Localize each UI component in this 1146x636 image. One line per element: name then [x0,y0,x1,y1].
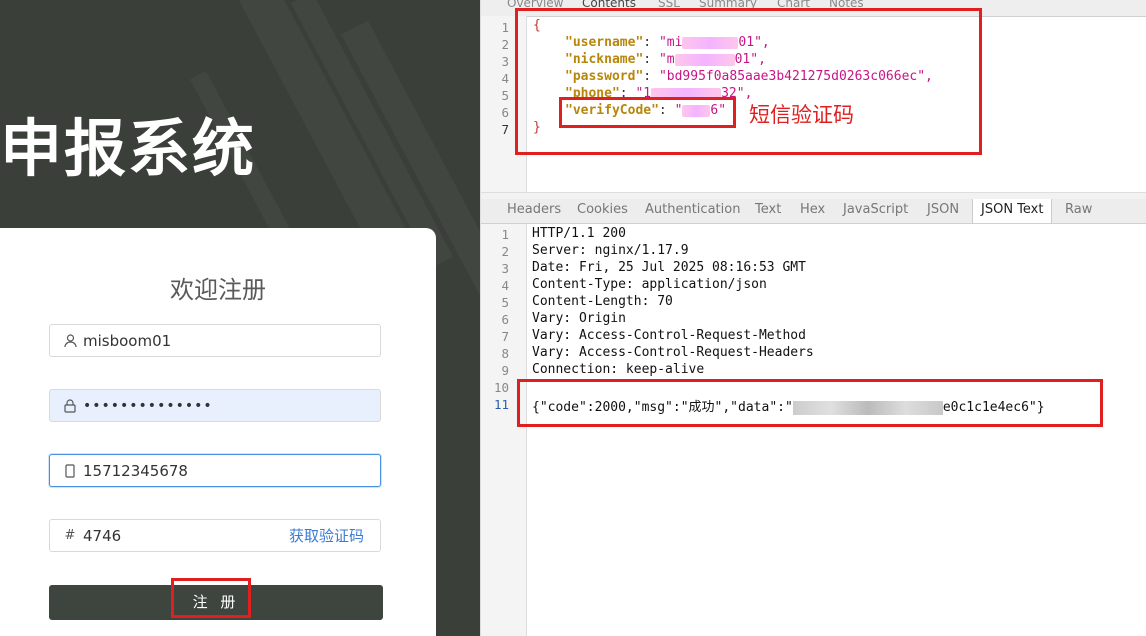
tab-summary[interactable]: Summary [699,0,757,10]
json-value: "m [658,52,675,67]
json-value: 32", [721,86,753,101]
phone-value: 15712345678 [83,461,188,480]
line-number: 3 [501,54,509,69]
response-line: Vary: Access-Control-Request-Headers [532,345,814,360]
json-value: "1 [635,86,652,101]
redaction-blur [682,104,711,117]
line-number: 4 [501,71,509,86]
tab-headers[interactable]: Headers [507,202,561,217]
sms-code-field[interactable]: # 4746 获取验证码 [49,519,381,552]
response-json-suffix: e0c1c1e4ec6"} [942,400,1045,415]
tab-raw[interactable]: Raw [1065,202,1092,217]
open-brace: { [533,18,541,33]
response-line: HTTP/1.1 200 [532,226,626,241]
json-line-username: "username": "mi 01", [565,35,770,50]
system-title: 申报系统 [0,112,257,185]
json-value: " [674,103,683,118]
response-line: Vary: Origin [532,311,626,326]
json-line-password: "password": "bd995f0a85aae3b421275d0263c… [565,69,933,84]
json-key: "nickname" [565,52,644,67]
annotation-sms-code: 短信验证码 [749,103,854,127]
response-line: Connection: keep-alive [532,362,705,377]
line-number: 6 [501,105,509,120]
json-line-nickname: "nickname": "m 01", [565,52,766,67]
json-key: "phone" [565,86,620,101]
response-json-line[interactable]: {"code":2000,"msg":"成功","data":" e0c1c1e4… [532,396,1045,415]
http-inspector: Overview Contents SSL Summary Chart Note… [480,0,1146,636]
redaction-blur [674,53,735,66]
redaction-blur [792,400,943,415]
line-number: 4 [501,278,509,293]
password-value: •••••••••••••• [83,397,213,414]
username-value: misboom01 [83,331,172,350]
line-number: 7 [501,329,509,344]
request-gutter: 1 2 3 4 5 6 7 [481,16,527,192]
line-number: 7 [501,122,509,137]
line-number: 5 [501,88,509,103]
tab-json[interactable]: JSON [927,202,959,217]
line-number: 1 [501,227,509,242]
json-value: 01", [738,35,770,50]
get-sms-code-link[interactable]: 获取验证码 [289,525,364,546]
line-number: 11 [493,397,509,412]
password-field[interactable]: •••••••••••••• [49,389,381,422]
tab-contents[interactable]: Contents [582,0,636,10]
close-brace-line: } [533,120,541,135]
tab-ssl[interactable]: SSL [658,0,680,10]
line-number: 5 [501,295,509,310]
tab-javascript[interactable]: JavaScript [843,202,908,217]
phone-field[interactable]: 15712345678 [49,454,381,487]
request-tabs: Overview Contents SSL Summary Chart Note… [481,0,1146,17]
phone-icon [63,463,77,478]
tab-text[interactable]: Text [755,202,781,217]
hash-icon: # [64,528,76,543]
lock-icon [63,398,77,413]
response-line: Date: Fri, 25 Jul 2025 08:16:53 GMT [532,260,806,275]
tab-cookies[interactable]: Cookies [577,202,628,217]
json-key: "verifyCode" [565,103,659,118]
response-line: Vary: Access-Control-Request-Method [532,328,806,343]
line-number: 9 [501,363,509,378]
json-line-phone: "phone": "1 32", [565,86,753,101]
username-field[interactable]: misboom01 [49,324,381,357]
json-value: "bd995f0a85aae3b421275d0263c066ec", [658,69,933,84]
tab-hex[interactable]: Hex [800,202,825,217]
json-value: 01", [734,52,766,67]
redaction-blur [651,87,722,100]
response-gutter: 1 2 3 4 5 6 7 8 9 10 11 [481,224,527,636]
register-button[interactable]: 注 册 [49,585,383,620]
response-line: Content-Type: application/json [532,277,767,292]
response-tabs: Headers Cookies Authentication Text Hex … [481,199,1146,224]
json-key: "username" [565,35,644,50]
registration-page: 申报系统 欢迎注册 misboom01 •••••••••••••• 15712… [0,0,480,636]
tab-overview[interactable]: Overview [507,0,564,10]
response-line: Content-Length: 70 [532,294,673,309]
tab-json-text[interactable]: JSON Text [972,199,1053,223]
request-body[interactable]: { [533,18,541,33]
tab-notes[interactable]: Notes [829,0,864,10]
line-number: 3 [501,261,509,276]
line-number: 8 [501,346,509,361]
response-line: Server: nginx/1.17.9 [532,243,689,258]
close-brace: } [533,120,541,135]
tab-authentication[interactable]: Authentication [645,202,740,217]
card-title: 欢迎注册 [170,276,266,304]
user-icon [63,333,77,348]
json-value: "mi [658,35,683,50]
sms-code-value: 4746 [83,526,122,545]
json-value: 6" [710,103,727,118]
redaction-blur [682,36,739,49]
line-number: 2 [501,244,509,259]
line-number: 1 [501,20,509,35]
json-line-verifycode: "verifyCode": " 6" [565,103,727,118]
json-key: "password" [565,69,644,84]
line-number: 10 [493,380,509,395]
response-json-prefix: {"code":2000,"msg":"成功","data":" [532,400,793,415]
line-number: 6 [501,312,509,327]
register-card: 欢迎注册 misboom01 •••••••••••••• 1571234567… [0,228,436,636]
line-number: 2 [501,37,509,52]
tab-chart[interactable]: Chart [777,0,810,10]
